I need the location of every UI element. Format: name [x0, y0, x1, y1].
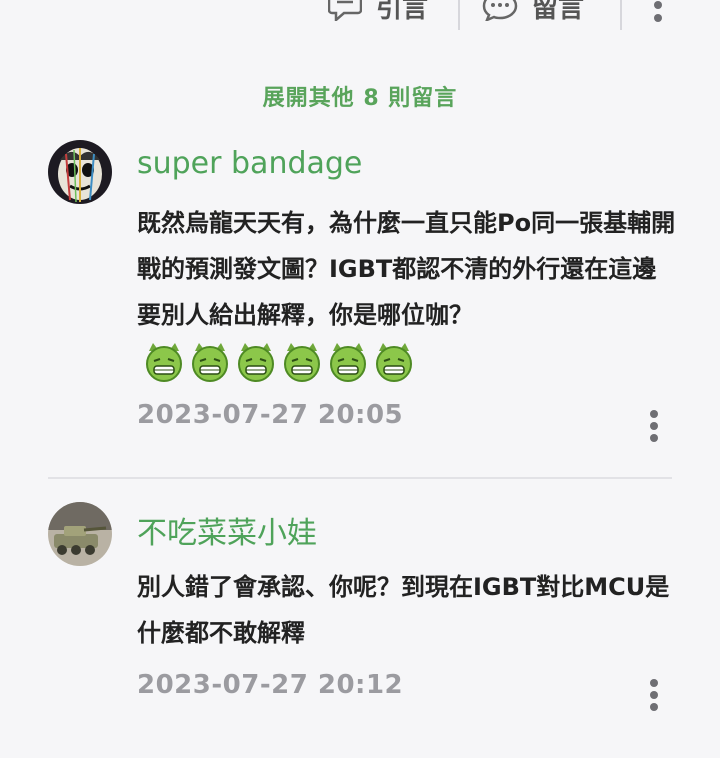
- comment-username[interactable]: 不吃菜菜小娃: [137, 508, 317, 552]
- quote-button[interactable]: 引言: [328, 0, 428, 26]
- comment-text: 別人錯了會承認、你呢？到現在IGBT對比MCU是什麼都不敢解釋: [137, 573, 670, 647]
- comment-body: 別人錯了會承認、你呢？到現在IGBT對比MCU是什麼都不敢解釋: [137, 564, 677, 656]
- quote-icon: [328, 0, 362, 21]
- comment-timestamp: 2023-07-27 20:12: [137, 670, 404, 700]
- action-separator: [620, 0, 622, 30]
- comment-divider: [48, 477, 672, 479]
- grin-devil-icon: [192, 343, 228, 382]
- post-more-icon[interactable]: [652, 0, 664, 22]
- grin-devil-icon: [284, 343, 320, 382]
- comment-more-icon[interactable]: [648, 679, 660, 711]
- grin-devil-icon: [330, 343, 366, 382]
- grin-devil-icon: [376, 343, 412, 382]
- quote-label: 引言: [376, 0, 429, 24]
- comment-icon: [482, 0, 518, 21]
- comment-body: 既然烏龍天天有，為什麼一直只能Po同一張基輔開戰的預測發文圖？IGBT都認不清的…: [137, 200, 677, 384]
- comment-more-icon[interactable]: [648, 410, 660, 442]
- comment-timestamp: 2023-07-27 20:05: [137, 400, 404, 430]
- reply-button[interactable]: 留言: [482, 0, 584, 26]
- emoji-row: [143, 341, 415, 383]
- comment-username[interactable]: super bandage: [137, 146, 362, 181]
- grin-devil-icon: [238, 343, 274, 382]
- expand-comments-link[interactable]: 展開其他 8 則留言: [0, 80, 720, 112]
- action-separator: [458, 0, 460, 30]
- reply-label: 留言: [532, 0, 585, 24]
- comment-text: 既然烏龍天天有，為什麼一直只能Po同一張基輔開戰的預測發文圖？IGBT都認不清的…: [137, 209, 676, 329]
- avatar[interactable]: [48, 502, 112, 566]
- grin-devil-icon: [146, 343, 182, 382]
- avatar[interactable]: [48, 140, 112, 204]
- post-action-bar: 引言 留言: [0, 0, 720, 30]
